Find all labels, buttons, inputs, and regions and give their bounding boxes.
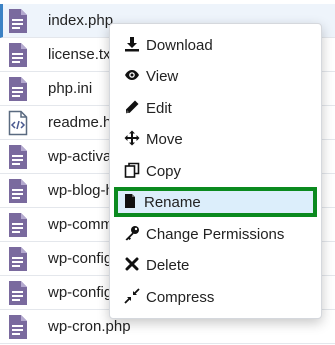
file-name: index.php <box>48 12 114 29</box>
document-file-icon <box>8 178 28 204</box>
menu-item-move[interactable]: Move <box>114 124 317 154</box>
key-icon <box>124 225 142 243</box>
menu-item-label: View <box>146 67 179 85</box>
menu-item-compress[interactable]: Compress <box>114 282 317 312</box>
code-file-icon <box>8 110 28 136</box>
document-file-icon <box>8 246 28 272</box>
document-file-icon <box>8 212 28 238</box>
menu-item-edit[interactable]: Edit <box>114 93 317 123</box>
menu-item-label: Move <box>146 130 183 148</box>
context-menu: Download View Edit Move Copy Rename Chan… <box>109 23 322 319</box>
file-name: php.ini <box>48 80 93 97</box>
copy-icon <box>124 162 142 180</box>
x-icon <box>124 256 142 274</box>
document-file-icon <box>8 8 28 34</box>
menu-item-label: Edit <box>146 99 172 117</box>
download-icon <box>124 36 142 54</box>
menu-item-label: Copy <box>146 162 182 180</box>
menu-item-download[interactable]: Download <box>114 30 317 60</box>
file-name: wp-cron.php <box>48 318 131 335</box>
menu-item-copy[interactable]: Copy <box>114 156 317 186</box>
pencil-icon <box>124 99 142 117</box>
document-file-icon <box>8 144 28 170</box>
menu-item-rename[interactable]: Rename <box>114 187 317 217</box>
menu-item-label: Rename <box>144 193 201 211</box>
document-file-icon <box>8 280 28 306</box>
document-file-icon <box>8 314 28 340</box>
document-file-icon <box>8 42 28 68</box>
menu-item-change-permissions[interactable]: Change Permissions <box>114 219 317 249</box>
menu-item-label: Compress <box>146 288 215 306</box>
move-arrows-icon <box>124 130 142 148</box>
file-name: license.txt <box>48 46 115 63</box>
document-file-icon <box>8 76 28 102</box>
compress-icon <box>124 288 142 306</box>
file-icon <box>122 193 140 211</box>
eye-icon <box>124 67 142 85</box>
menu-item-view[interactable]: View <box>114 61 317 91</box>
menu-item-label: Download <box>146 36 213 54</box>
menu-item-label: Delete <box>146 256 190 274</box>
menu-item-delete[interactable]: Delete <box>114 250 317 280</box>
menu-item-label: Change Permissions <box>146 225 285 243</box>
